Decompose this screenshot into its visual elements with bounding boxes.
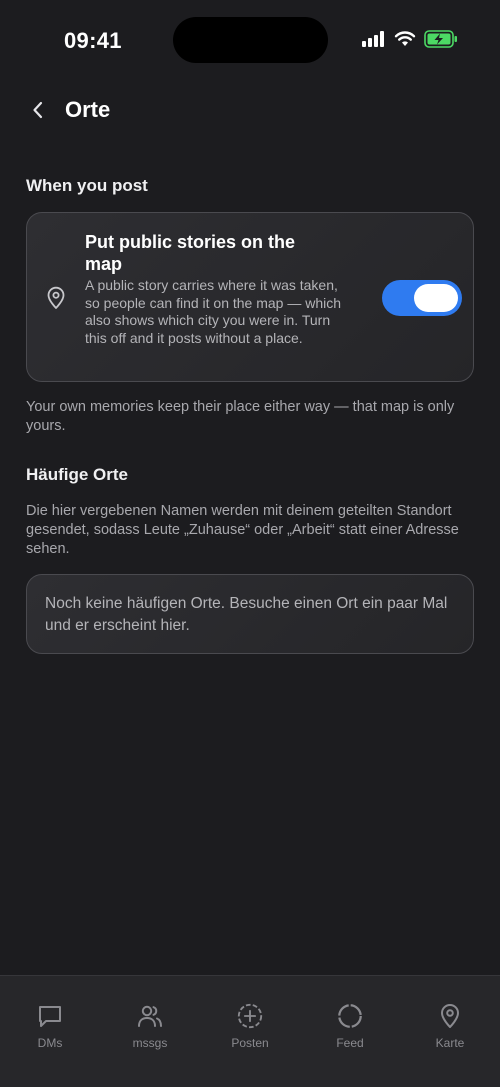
status-bar: 09:41 — [0, 0, 500, 80]
wifi-icon — [394, 31, 416, 52]
tab-feed[interactable]: Feed — [300, 976, 400, 1087]
tab-label: Posten — [231, 1036, 269, 1050]
public-stories-map-card: Put public stories on the map A public s… — [26, 212, 474, 382]
tab-label: Karte — [435, 1036, 465, 1050]
battery-charging-icon — [424, 30, 458, 53]
chat-bubble-icon — [36, 1002, 64, 1030]
plus-circle-icon — [236, 1002, 264, 1030]
dynamic-island — [173, 17, 328, 63]
section-title-frequent-places: Häufige Orte — [26, 465, 129, 484]
page-title: Orte — [65, 97, 111, 122]
public-stories-map-toggle[interactable] — [382, 280, 462, 316]
card-description: A public story carries where it was take… — [85, 277, 342, 346]
chevron-left-icon — [31, 100, 45, 125]
toggle-knob — [414, 284, 458, 312]
back-button[interactable] — [22, 96, 54, 128]
tab-label: Feed — [336, 1036, 364, 1050]
tab-bar: DMs mssgs Posten Feed Karte — [0, 975, 500, 1087]
card-heading: Put public stories on the map — [85, 232, 296, 274]
frequent-places-description: Die hier vergebenen Namen werden mit dei… — [26, 503, 459, 557]
status-icons — [362, 30, 458, 53]
tab-label: DMs — [37, 1036, 63, 1050]
memories-note: Your own memories keep their place eithe… — [26, 399, 455, 434]
circle-icon — [336, 1002, 364, 1030]
people-icon — [136, 1002, 164, 1030]
tab-dms[interactable]: DMs — [0, 976, 100, 1087]
map-pin-icon — [45, 286, 67, 310]
header: Orte — [0, 84, 500, 138]
tab-posten[interactable]: Posten — [200, 976, 300, 1087]
tab-mssgs[interactable]: mssgs — [100, 976, 200, 1087]
tab-label: mssgs — [132, 1036, 168, 1050]
signal-icon — [362, 31, 386, 52]
status-time: 09:41 — [64, 28, 122, 53]
empty-state-text: Noch keine häufigen Orte. Besuche einen … — [45, 595, 448, 634]
frequent-places-empty-card: Noch keine häufigen Orte. Besuche einen … — [26, 574, 474, 654]
tab-karte[interactable]: Karte — [400, 976, 500, 1087]
screen: 09:41 Orte When you post Put public stor… — [0, 0, 500, 1087]
map-pin-icon — [436, 1002, 464, 1030]
section-title-when-you-post: When you post — [26, 176, 148, 195]
